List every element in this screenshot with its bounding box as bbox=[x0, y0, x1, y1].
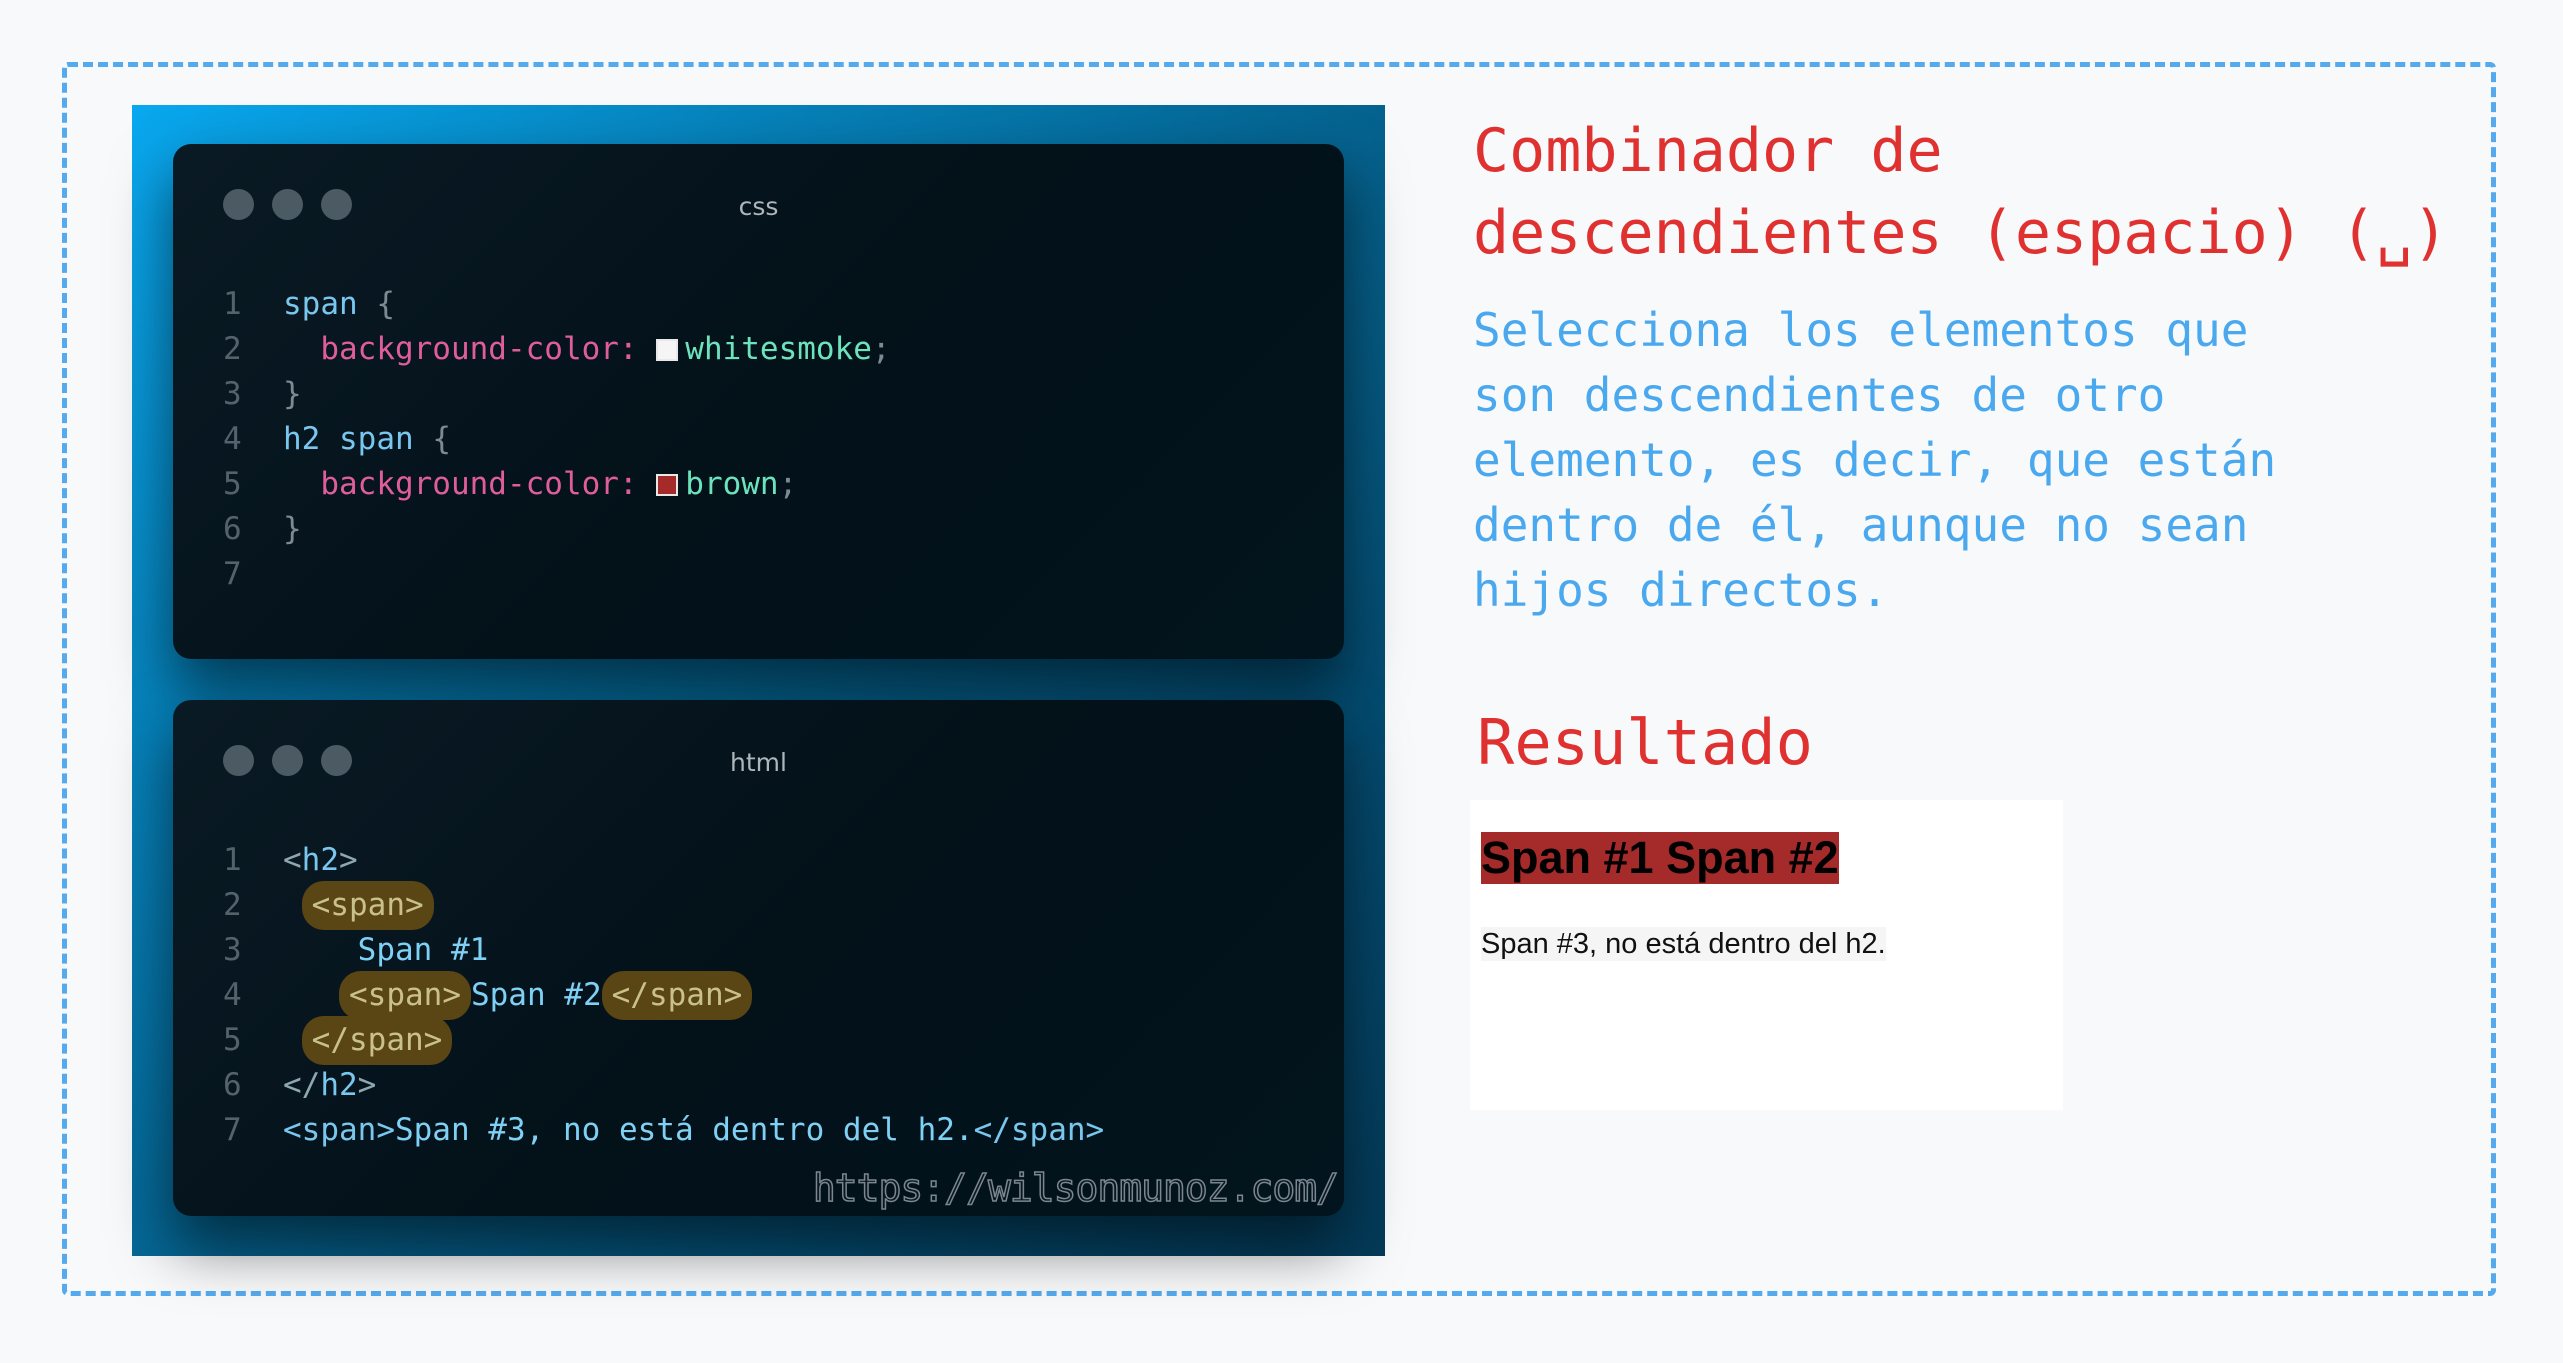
description-line: Selecciona los elementos que bbox=[1473, 303, 2249, 357]
css-window-title: css bbox=[738, 192, 779, 221]
brace: { bbox=[413, 421, 451, 457]
line-number: 3 bbox=[223, 932, 242, 968]
selector: span bbox=[283, 286, 358, 322]
selector: h2 span bbox=[283, 421, 414, 457]
code-line: 7 bbox=[223, 552, 891, 597]
color-swatch-icon bbox=[656, 338, 679, 361]
result-span3: Span #3, no está dentro del h2. bbox=[1481, 927, 1886, 961]
code-line: 1 < h2 > bbox=[223, 838, 1104, 883]
result-preview: Span #1 Span #2 Span #3, no está dentro … bbox=[1470, 800, 2063, 1110]
tag-bracket: < bbox=[283, 842, 302, 878]
code-panel: css 1 span { 2 background-color: whitesmo… bbox=[132, 105, 1385, 1256]
line-number: 4 bbox=[223, 977, 242, 1013]
line-number: 4 bbox=[223, 421, 242, 457]
code-line: 3 Span #1 bbox=[223, 928, 1104, 973]
text-content: Span #3, no está dentro del h2. bbox=[394, 1112, 974, 1148]
line-number: 6 bbox=[223, 511, 242, 547]
title-line-1: Combinador de bbox=[1473, 116, 1943, 186]
brace: } bbox=[283, 376, 302, 412]
text-content: Span #2 bbox=[470, 977, 602, 1013]
tag-bracket: > bbox=[339, 842, 358, 878]
code-line: 6 </h2 > bbox=[223, 1063, 1104, 1108]
brace: } bbox=[283, 511, 302, 547]
line-number: 7 bbox=[223, 556, 242, 592]
line-number: 6 bbox=[223, 1067, 242, 1103]
tag: <span> bbox=[283, 1112, 395, 1148]
code-line: 4 h2 span { bbox=[223, 417, 891, 462]
property: background-color: bbox=[320, 331, 638, 367]
semicolon: ; bbox=[778, 466, 798, 502]
tag: </span> bbox=[973, 1112, 1105, 1148]
value: whitesmoke bbox=[685, 331, 872, 367]
tag-bracket: > bbox=[357, 1067, 377, 1103]
tag-bracket: </ bbox=[283, 1067, 321, 1103]
value: brown bbox=[685, 466, 779, 502]
brace: { bbox=[357, 286, 395, 322]
code-line: 1 span { bbox=[223, 282, 891, 327]
code-line: 4 <span> Span #2 </span> bbox=[223, 971, 1104, 1020]
description-line: hijos directos. bbox=[1473, 563, 1889, 617]
description-line: elemento, es decir, que están bbox=[1473, 433, 2277, 487]
text-content: Span #1 bbox=[357, 932, 489, 968]
line-number: 1 bbox=[223, 286, 242, 322]
code-line: 6} bbox=[223, 507, 891, 552]
highlighted-tag: <span> bbox=[301, 881, 434, 930]
description: Selecciona los elementos que son descend… bbox=[1473, 298, 2483, 623]
line-number: 3 bbox=[223, 376, 242, 412]
property: background-color: bbox=[320, 466, 638, 502]
line-number: 2 bbox=[223, 331, 242, 367]
description-line: son descendientes de otro bbox=[1473, 368, 2166, 422]
result-h2-spans: Span #1 Span #2 bbox=[1481, 832, 1839, 884]
result-heading: Resultado bbox=[1477, 706, 1813, 779]
code-line: 2 background-color: whitesmoke; bbox=[223, 327, 891, 372]
title-line-2: descendientes (espacio) (␣) bbox=[1473, 198, 2449, 268]
code-line: 2 <span> bbox=[223, 881, 1104, 930]
css-code: 1 span { 2 background-color: whitesmoke; … bbox=[223, 282, 891, 597]
code-line: 5 </span> bbox=[223, 1016, 1104, 1065]
description-line: dentro de él, aunque no sean bbox=[1473, 498, 2249, 552]
code-line: 5 background-color: brown; bbox=[223, 462, 891, 507]
page-title: Combinador de descendientes (espacio) (␣… bbox=[1473, 110, 2483, 274]
explanation: Combinador de descendientes (espacio) (␣… bbox=[1473, 110, 2483, 623]
highlighted-tag: </span> bbox=[601, 971, 753, 1020]
tag-name: h2 bbox=[301, 842, 339, 878]
watermark: https://wilsonmunoz.com/ bbox=[812, 1165, 1340, 1211]
code-line: 3} bbox=[223, 372, 891, 417]
html-code: 1 < h2 > 2 <span> 3 Span #1 4 <span> Span #2… bbox=[223, 838, 1104, 1153]
line-number: 1 bbox=[223, 842, 242, 878]
line-number: 2 bbox=[223, 887, 242, 923]
code-line: 7 <span> Span #3, no está dentro del h2. </… bbox=[223, 1108, 1104, 1153]
html-window-title: html bbox=[730, 748, 787, 777]
line-number: 5 bbox=[223, 466, 242, 502]
highlighted-tag: </span> bbox=[301, 1016, 453, 1065]
line-number: 5 bbox=[223, 1022, 242, 1058]
highlighted-tag: <span> bbox=[339, 971, 471, 1020]
semicolon: ; bbox=[871, 331, 891, 367]
css-code-window: css 1 span { 2 background-color: whitesmo… bbox=[173, 144, 1344, 659]
color-swatch-icon bbox=[656, 473, 679, 496]
html-code-window: html 1 < h2 > 2 <span> 3 Span #1 4 <span> Sp… bbox=[173, 700, 1344, 1216]
tag-name: h2 bbox=[320, 1067, 358, 1103]
line-number: 7 bbox=[223, 1112, 242, 1148]
